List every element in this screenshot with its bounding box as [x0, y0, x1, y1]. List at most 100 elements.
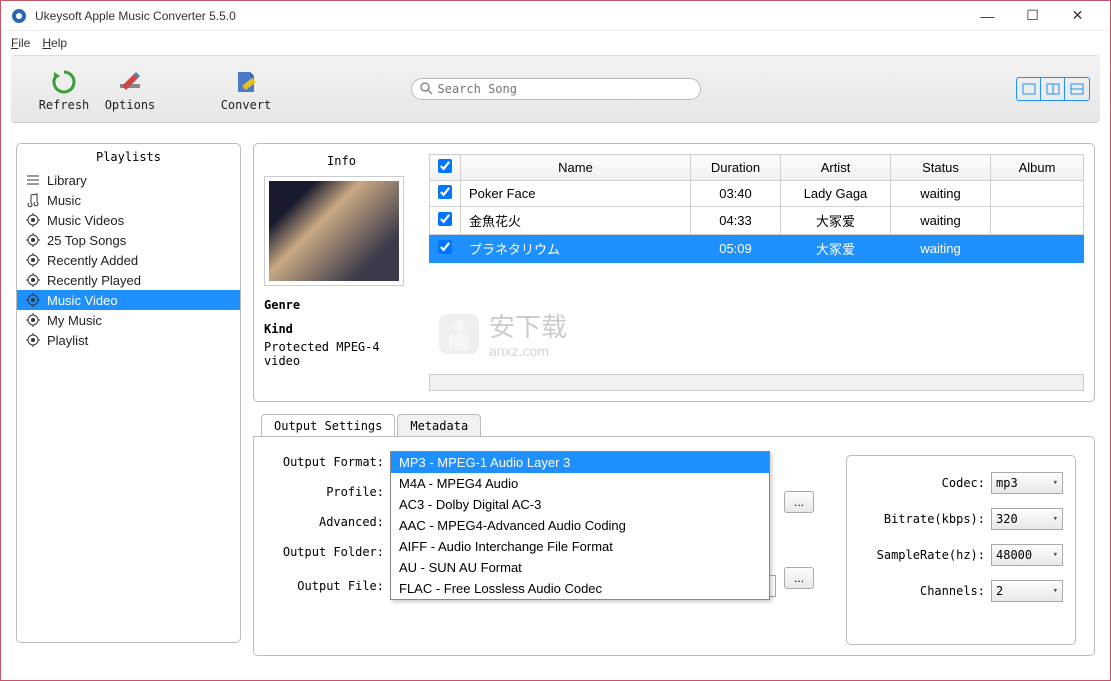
menubar: File Help: [1, 31, 1110, 55]
cell-name: 金魚花火: [461, 207, 691, 235]
view-mode-2[interactable]: [1041, 78, 1065, 100]
tab-output-settings[interactable]: Output Settings: [261, 414, 395, 437]
format-option[interactable]: M4A - MPEG4 Audio: [391, 473, 769, 494]
playlist-item[interactable]: Recently Added: [17, 250, 240, 270]
close-button[interactable]: ✕: [1055, 2, 1100, 30]
header-check[interactable]: [430, 155, 461, 181]
playlist-label: Recently Played: [47, 273, 141, 288]
channels-combo[interactable]: 2: [991, 580, 1063, 602]
output-format-dropdown[interactable]: MP3 - MPEG-1 Audio Layer 3M4A - MPEG4 Au…: [390, 451, 770, 600]
output-file-label: Output File:: [272, 579, 384, 593]
playlist-item[interactable]: Playlist: [17, 330, 240, 350]
format-option[interactable]: FLAC - Free Lossless Audio Codec: [391, 578, 769, 599]
playlists-panel: Playlists Library Music Music Videos 25 Top…: [16, 143, 241, 643]
cell-album: [991, 181, 1084, 207]
kind-value: Protected MPEG-4 video: [264, 340, 419, 368]
view-mode-buttons: [1016, 77, 1090, 101]
gear-icon: [25, 312, 41, 328]
header-status[interactable]: Status: [891, 155, 991, 181]
playlist-label: Recently Added: [47, 253, 138, 268]
genre-label: Genre: [264, 298, 419, 312]
refresh-button[interactable]: Refresh: [31, 66, 97, 112]
bitrate-combo[interactable]: 320: [991, 508, 1063, 530]
search-input[interactable]: [411, 78, 701, 100]
samplerate-combo[interactable]: 48000: [991, 544, 1063, 566]
view-mode-3[interactable]: [1065, 78, 1089, 100]
samplerate-label: SampleRate(hz):: [859, 548, 985, 562]
folder-browse-button[interactable]: ...: [784, 567, 814, 589]
right-column: Info Genre Kind Protected MPEG-4 video N…: [253, 143, 1095, 656]
kind-label: Kind: [264, 322, 419, 336]
maximize-button[interactable]: ☐: [1010, 2, 1055, 30]
row-checkbox[interactable]: [438, 240, 452, 254]
codec-label: Codec:: [859, 476, 985, 490]
cell-album: [991, 207, 1084, 235]
cell-status: waiting: [891, 181, 991, 207]
gear-icon: [25, 212, 41, 228]
minimize-button[interactable]: —: [965, 2, 1010, 30]
format-option[interactable]: AAC - MPEG4-Advanced Audio Coding: [391, 515, 769, 536]
output-format-label: Output Format:: [272, 455, 384, 469]
list-icon: [25, 172, 41, 188]
gear-icon: [25, 252, 41, 268]
cell-status: waiting: [891, 207, 991, 235]
playlist-item[interactable]: My Music: [17, 310, 240, 330]
playlist-item[interactable]: Music Videos: [17, 210, 240, 230]
profile-label: Profile:: [272, 485, 384, 499]
table-row[interactable]: プラネタリウム05:09大冢爱waiting: [430, 235, 1084, 263]
playlist-label: Music Videos: [47, 213, 124, 228]
thumbnail: [264, 176, 404, 286]
table-row[interactable]: Poker Face03:40Lady Gagawaiting: [430, 181, 1084, 207]
codec-combo[interactable]: mp3: [991, 472, 1063, 494]
format-option[interactable]: MP3 - MPEG-1 Audio Layer 3: [391, 452, 769, 473]
row-checkbox[interactable]: [438, 185, 452, 199]
header-duration[interactable]: Duration: [691, 155, 781, 181]
format-option[interactable]: AC3 - Dolby Digital AC-3: [391, 494, 769, 515]
channels-label: Channels:: [859, 584, 985, 598]
playlist-item[interactable]: Library: [17, 170, 240, 190]
info-column: Info Genre Kind Protected MPEG-4 video: [264, 154, 419, 391]
header-album[interactable]: Album: [991, 155, 1084, 181]
playlist-item[interactable]: Recently Played: [17, 270, 240, 290]
cell-name: プラネタリウム: [461, 235, 691, 263]
profile-browse-button[interactable]: ...: [784, 491, 814, 513]
search-wrap: [411, 78, 701, 100]
main-area: Playlists Library Music Music Videos 25 Top…: [1, 123, 1110, 671]
info-header: Info: [264, 154, 419, 168]
playlist-label: Music: [47, 193, 81, 208]
app-window: Ukeysoft Apple Music Converter 5.5.0 — ☐…: [0, 0, 1111, 681]
menu-file[interactable]: File: [11, 36, 30, 50]
convert-icon: [230, 66, 262, 98]
header-name[interactable]: Name: [461, 155, 691, 181]
note-icon: [25, 192, 41, 208]
svg-text:anxz.com: anxz.com: [489, 343, 549, 359]
watermark: 安下载anxz.com: [434, 294, 614, 381]
row-checkbox[interactable]: [438, 212, 452, 226]
codec-panel: Codec:mp3 Bitrate(kbps):320 SampleRate(h…: [846, 455, 1076, 645]
playlist-item[interactable]: Music Video: [17, 290, 240, 310]
left-settings: Output Format: Profile: Advanced: Output…: [272, 455, 782, 645]
playlist-label: 25 Top Songs: [47, 233, 126, 248]
menu-help[interactable]: Help: [42, 36, 67, 50]
svg-text:安下载: 安下载: [489, 312, 567, 342]
app-icon: [11, 8, 27, 24]
playlist-label: Library: [47, 173, 87, 188]
playlist-item[interactable]: Music: [17, 190, 240, 210]
settings-panel: Output Settings Metadata Output Format: …: [253, 414, 1095, 656]
table-row[interactable]: 金魚花火04:33大冢爱waiting: [430, 207, 1084, 235]
gear-icon: [25, 232, 41, 248]
tab-metadata[interactable]: Metadata: [397, 414, 481, 437]
format-option[interactable]: AIFF - Audio Interchange File Format: [391, 536, 769, 557]
options-button[interactable]: Options: [97, 66, 163, 112]
view-mode-1[interactable]: [1017, 78, 1041, 100]
convert-button[interactable]: Convert: [213, 66, 279, 112]
header-artist[interactable]: Artist: [781, 155, 891, 181]
format-option[interactable]: AU - SUN AU Format: [391, 557, 769, 578]
playlists-header: Playlists: [17, 144, 240, 170]
settings-body: Output Format: Profile: Advanced: Output…: [253, 436, 1095, 656]
search-icon: [419, 81, 433, 95]
playlist-item[interactable]: 25 Top Songs: [17, 230, 240, 250]
cell-name: Poker Face: [461, 181, 691, 207]
titlebar: Ukeysoft Apple Music Converter 5.5.0 — ☐…: [1, 1, 1110, 31]
cell-duration: 03:40: [691, 181, 781, 207]
